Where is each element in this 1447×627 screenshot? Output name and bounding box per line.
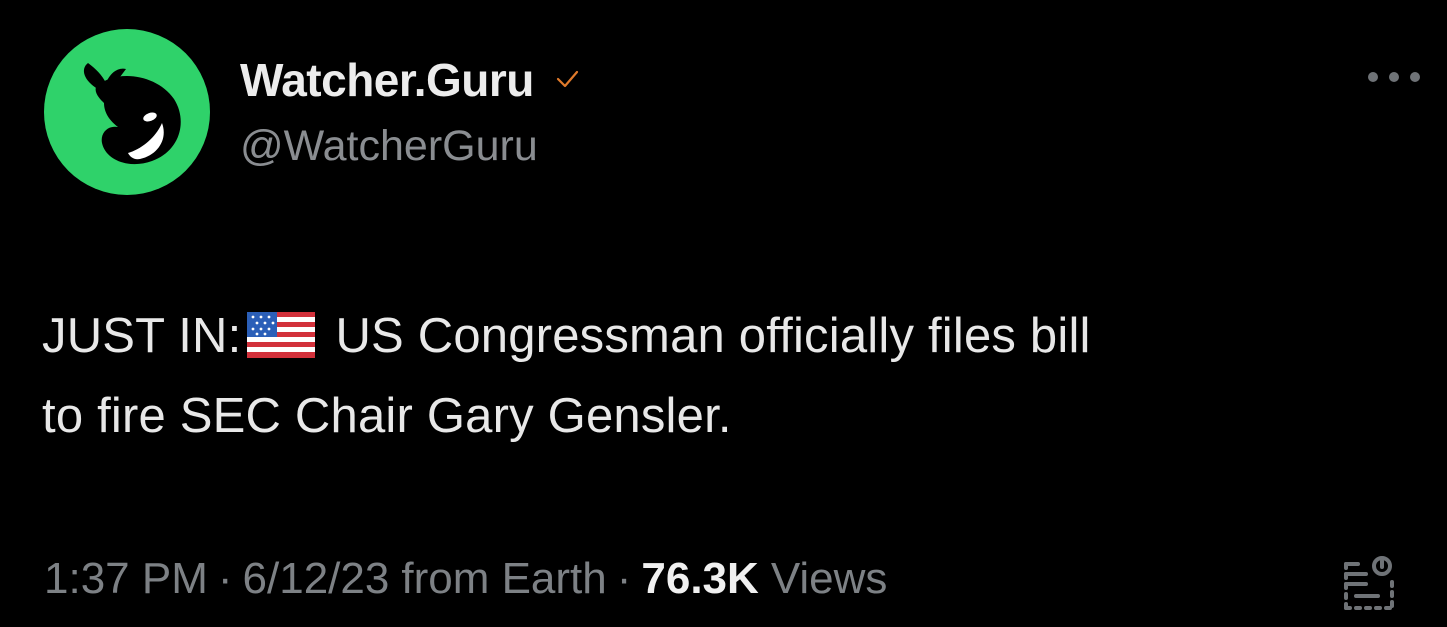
meta-separator: · <box>616 554 632 603</box>
tweet-text-line-1: JUST IN: US Congressman officially files… <box>42 296 1412 376</box>
tweet-source: from Earth <box>401 554 607 603</box>
more-options-icon[interactable] <box>1368 62 1420 92</box>
author-name-row[interactable]: Watcher.Guru <box>240 50 582 110</box>
avatar[interactable] <box>44 29 210 195</box>
orca-whale-icon <box>83 63 181 165</box>
more-dot <box>1389 72 1399 82</box>
tweet-time[interactable]: 1:37 PM <box>44 554 208 604</box>
more-dot <box>1410 72 1420 82</box>
views-count: 76.3K <box>641 554 759 603</box>
verified-check-icon <box>556 70 579 88</box>
tweet-text-line-2: to fire SEC Chair Gary Gensler. <box>42 389 732 443</box>
tweet-text-rest: US Congressman officially files bill <box>335 309 1091 363</box>
meta-separator: · <box>217 554 233 603</box>
views-label: Views <box>770 554 888 603</box>
us-flag-icon <box>247 312 316 358</box>
analytics-icon[interactable] <box>1338 552 1400 616</box>
tweet-card: Watcher.Guru @WatcherGuru JUST IN: US Co… <box>0 0 1447 627</box>
author-handle[interactable]: @WatcherGuru <box>240 122 538 171</box>
more-dot <box>1368 72 1378 82</box>
tweet-date[interactable]: 6/12/23 <box>243 554 390 604</box>
tweet-text: JUST IN: US Congressman officially files… <box>42 296 1412 456</box>
display-name[interactable]: Watcher.Guru <box>240 53 534 107</box>
tweet-meta: 1:37 PM · 6/12/23 from Earth · 76.3K Vie… <box>44 554 887 604</box>
tweet-prefix: JUST IN: <box>42 309 242 363</box>
